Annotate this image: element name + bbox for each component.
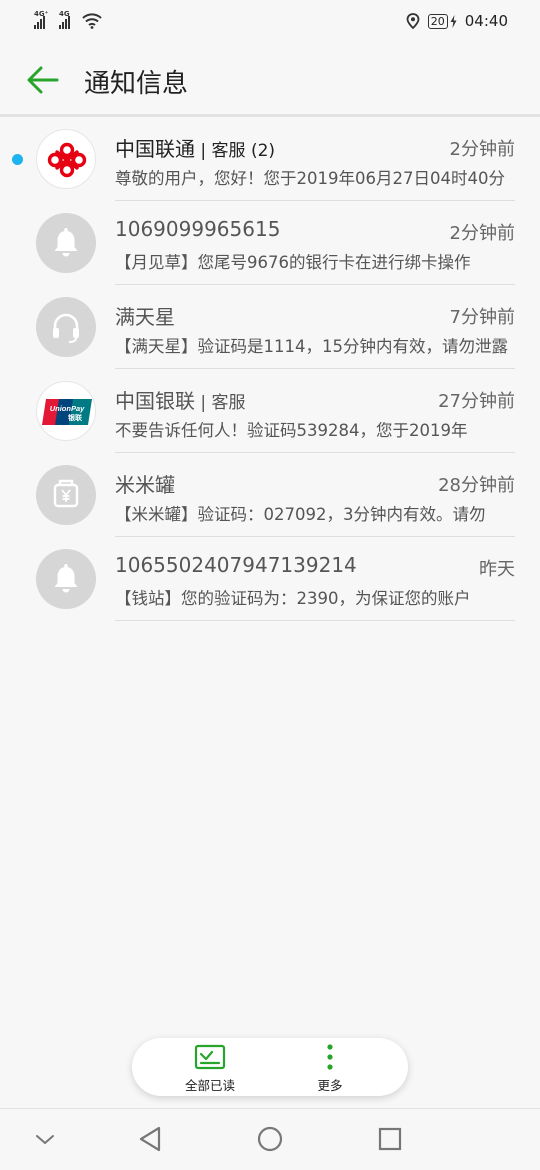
- recents-square-icon: [378, 1127, 402, 1151]
- message-preview: 不要告诉任何人！验证码539284，您于2019年: [115, 421, 468, 440]
- message-preview: 【月见草】您尾号9676的银行卡在进行绑卡操作: [115, 253, 471, 272]
- system-nav-bar: [0, 1109, 540, 1170]
- more-label: 更多: [317, 1078, 343, 1093]
- sender-name: 满天星: [115, 305, 175, 329]
- sender-name: 1069099965615: [115, 217, 281, 241]
- avatar: [36, 297, 96, 357]
- home-circle-icon: [257, 1126, 283, 1152]
- message-preview: 【钱站】您的验证码为：2390，为保证您的账户: [115, 589, 471, 608]
- signal-icon: 4G⁺: [34, 10, 49, 29]
- svg-text:银联: 银联: [68, 413, 83, 422]
- more-vertical-icon: [327, 1044, 333, 1070]
- bottom-action-bar: 全部已读 更多: [132, 1038, 408, 1096]
- avatar: [36, 549, 96, 609]
- sender-name: 中国联通 | 客服 (2): [115, 137, 276, 161]
- bell-icon: [54, 564, 78, 593]
- sender-name: 米米罐: [115, 473, 175, 497]
- battery-icon: 20: [427, 13, 448, 29]
- headset-icon: [53, 313, 79, 343]
- nav-back-button[interactable]: [130, 1121, 170, 1157]
- list-item[interactable]: 1069099965615 2分钟前 【月见草】您尾号9676的银行卡在进行绑卡…: [0, 201, 540, 285]
- avatar: [36, 129, 96, 189]
- back-button[interactable]: [26, 64, 60, 96]
- unread-dot: [12, 154, 23, 165]
- charging-icon: [450, 14, 457, 28]
- bell-icon: [54, 228, 78, 257]
- message-time: 2分钟前: [449, 139, 515, 160]
- nav-home-button[interactable]: [250, 1121, 290, 1157]
- message-time: 7分钟前: [449, 307, 515, 328]
- back-arrow-icon: [27, 66, 59, 94]
- divider: [115, 620, 515, 621]
- message-preview: 尊敬的用户，您好！您于2019年06月27日04时40分: [115, 169, 505, 188]
- mark-all-read-label: 全部已读: [184, 1078, 235, 1093]
- message-preview: 【满天星】验证码是1114，15分钟内有效，请勿泄露: [115, 337, 508, 356]
- app-bar: 通知信息: [0, 46, 540, 114]
- location-icon: [406, 13, 420, 29]
- message-preview: 【米米罐】验证码：027092，3分钟内有效。请勿: [115, 505, 486, 524]
- list-item[interactable]: 1065502407947139214 昨天 【钱站】您的验证码为：2390，为…: [0, 537, 540, 621]
- china-unicom-logo: [47, 142, 87, 178]
- message-list: 中国联通 | 客服 (2) 2分钟前 尊敬的用户，您好！您于2019年06月27…: [0, 117, 540, 621]
- nav-recents-button[interactable]: [370, 1121, 410, 1157]
- avatar: UnionPay 银联: [36, 381, 96, 441]
- network-type-label: 4G⁺: [34, 10, 49, 18]
- network-type-label: 4G: [59, 10, 70, 18]
- status-bar: 4G⁺ 4G 20 04:40: [0, 0, 540, 46]
- back-triangle-icon: [139, 1126, 161, 1152]
- collapse-chevron-icon: [36, 1135, 54, 1144]
- message-time: 昨天: [479, 559, 515, 580]
- clock: 04:40: [464, 12, 508, 30]
- list-item[interactable]: UnionPay 银联 中国银联 | 客服 27分钟前 不要告诉任何人！验证码5…: [0, 369, 540, 453]
- avatar: [36, 213, 96, 273]
- message-time: 28分钟前: [438, 475, 515, 496]
- wifi-icon: [82, 13, 102, 29]
- more-button[interactable]: 更多: [270, 1038, 390, 1096]
- svg-text:UnionPay: UnionPay: [50, 404, 85, 413]
- avatar: [36, 465, 96, 525]
- mark-read-icon: [194, 1044, 226, 1070]
- message-time: 2分钟前: [449, 223, 515, 244]
- unionpay-logo: UnionPay 银联: [42, 399, 92, 425]
- mark-all-read-button[interactable]: 全部已读: [150, 1038, 270, 1096]
- sender-name: 中国银联 | 客服: [115, 389, 246, 413]
- sender-name: 1065502407947139214: [115, 553, 357, 577]
- list-item[interactable]: 中国联通 | 客服 (2) 2分钟前 尊敬的用户，您好！您于2019年06月27…: [0, 117, 540, 201]
- list-item[interactable]: 满天星 7分钟前 【满天星】验证码是1114，15分钟内有效，请勿泄露: [0, 285, 540, 369]
- page-title: 通知信息: [84, 69, 189, 99]
- collapse-nav-button[interactable]: [25, 1121, 65, 1157]
- wallet-icon: [53, 479, 79, 508]
- list-item[interactable]: 米米罐 28分钟前 【米米罐】验证码：027092，3分钟内有效。请勿: [0, 453, 540, 537]
- signal-icon: 4G: [59, 10, 70, 29]
- message-time: 27分钟前: [438, 391, 515, 412]
